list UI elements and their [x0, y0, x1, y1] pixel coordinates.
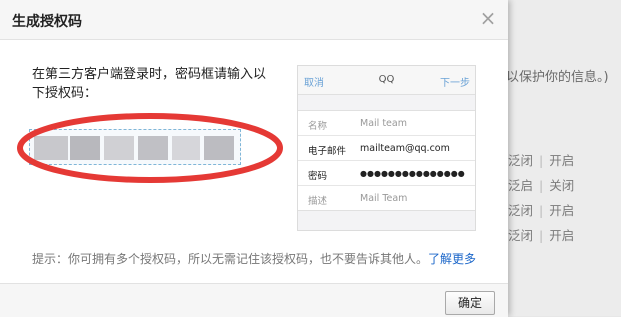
phone-config-preview: 取消 QQ 下一步 名称 Mail team 电子邮件 mailteam@qq.… — [297, 65, 476, 231]
background-setting-row: 泛启 | 关闭 — [508, 178, 575, 193]
phone-row-name: 名称 Mail team — [298, 111, 475, 136]
phone-row-email: 电子邮件 mailteam@qq.com — [298, 136, 475, 161]
setting-left-status: 泛闭 — [508, 203, 534, 218]
generate-auth-code-dialog: 生成授权码 × 在第三方客户端登录时，密码框请输入以下授权码： 取消 QQ 下一… — [0, 0, 508, 317]
background-hint-text: 以保护你的信息。) — [506, 70, 609, 85]
background-setting-row: 泛闭 | 开启 — [508, 203, 575, 218]
setting-toggle-link[interactable]: 关闭 — [549, 178, 574, 193]
phone-row-password: 密码 ●●●●●●●●●●●●●●● — [298, 161, 475, 186]
close-icon[interactable]: × — [478, 8, 498, 28]
setting-left-status: 泛闭 — [508, 228, 534, 243]
phone-row-description: 描述 Mail Team — [308, 193, 408, 207]
tip-message: 提示：你可拥有多个授权码，所以无需记住该授权码，也不要告诉其他人。 — [32, 252, 429, 266]
dialog-header: 生成授权码 × — [0, 0, 508, 40]
blurred-code-block — [34, 136, 68, 160]
blurred-code-block — [172, 136, 200, 160]
setting-left-status: 泛闭 — [508, 153, 534, 168]
phone-account-table: 名称 Mail team 电子邮件 mailteam@qq.com 密码 ●●●… — [298, 110, 475, 211]
background-setting-row: 泛闭 | 开启 — [508, 153, 575, 168]
instruction-text: 在第三方客户端登录时，密码框请输入以下授权码： — [32, 67, 267, 101]
setting-left-status: 泛启 — [508, 178, 534, 193]
blurred-code-block — [204, 136, 234, 160]
setting-toggle-link[interactable]: 开启 — [549, 203, 574, 218]
learn-more-link[interactable]: 了解更多 — [428, 252, 476, 266]
blurred-code-block — [138, 136, 168, 160]
tip-text: 提示：你可拥有多个授权码，所以无需记住该授权码，也不要告诉其他人。了解更多 — [32, 250, 476, 267]
blurred-code-block — [104, 136, 134, 160]
auth-code-field[interactable] — [29, 129, 241, 165]
confirm-button[interactable]: 确定 — [445, 291, 495, 315]
background-setting-row: 泛闭 | 开启 — [508, 228, 575, 243]
setting-toggle-link[interactable]: 开启 — [549, 228, 574, 243]
dialog-title: 生成授权码 — [12, 14, 82, 30]
phone-next-label: 下一步 — [440, 78, 470, 89]
blurred-code-block — [70, 136, 100, 160]
phone-nav-bar: 取消 QQ 下一步 — [298, 66, 475, 95]
setting-toggle-link[interactable]: 开启 — [549, 153, 574, 168]
dialog-footer — [0, 283, 508, 317]
